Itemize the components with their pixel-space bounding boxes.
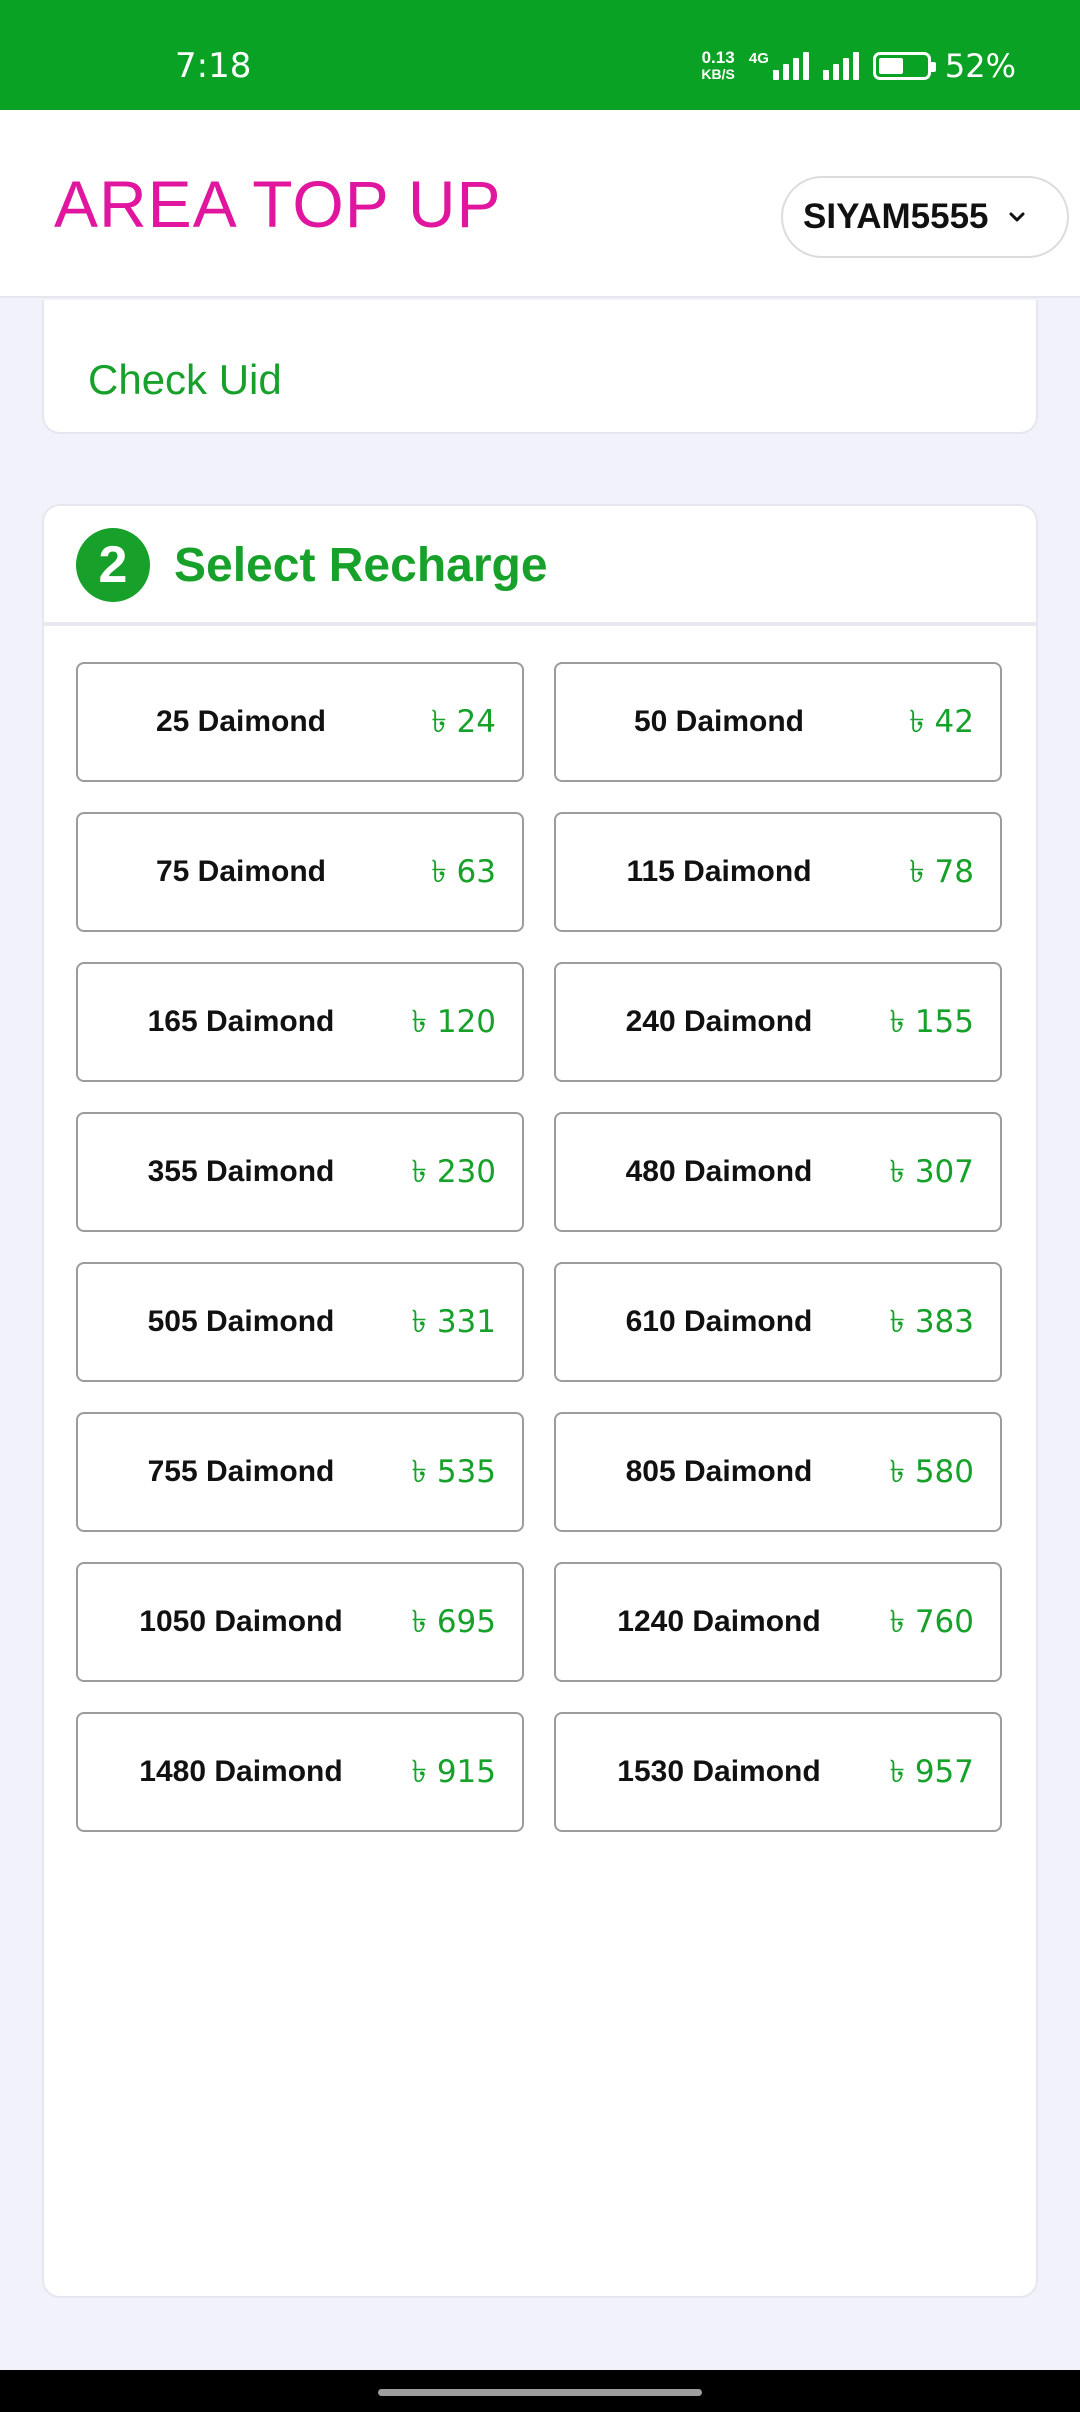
package-price: ৳ 24 <box>431 704 496 740</box>
network-speed-value: 0.13 <box>701 48 735 67</box>
select-recharge-card: 2 Select Recharge 25 Daimond ৳ 24 50 Daimo… <box>42 504 1038 2298</box>
navigation-bar <box>0 2370 1080 2412</box>
step-number-badge: 2 <box>76 528 150 602</box>
package-price: ৳ 42 <box>909 704 974 740</box>
package-name: 115 Daimond <box>626 855 812 888</box>
package-name: 25 Daimond <box>155 705 327 738</box>
package-price: ৳ 331 <box>411 1304 496 1340</box>
package-price: ৳ 78 <box>909 854 974 890</box>
status-indicators: 0.13 KB/S 4G 52% <box>701 46 1016 86</box>
package-price: ৳ 580 <box>889 1454 974 1490</box>
package-price: ৳ 760 <box>889 1604 974 1640</box>
package-name: 75 Daimond <box>155 855 327 888</box>
status-time: 7:18 <box>175 46 252 86</box>
package-option[interactable]: 610 Daimond ৳ 383 <box>554 1262 1002 1382</box>
package-name: 505 Daimond <box>147 1305 335 1338</box>
package-price: ৳ 695 <box>411 1604 496 1640</box>
package-option[interactable]: 1530 Daimond ৳ 957 <box>554 1712 1002 1832</box>
package-price: ৳ 155 <box>889 1004 974 1040</box>
package-name: 50 Daimond <box>633 705 805 738</box>
package-price: ৳ 120 <box>411 1004 496 1040</box>
battery-level <box>878 58 903 74</box>
package-price: ৳ 230 <box>411 1154 496 1190</box>
package-option[interactable]: 165 Daimond ৳ 120 <box>76 962 524 1082</box>
package-name: 480 Daimond <box>625 1155 813 1188</box>
network-speed: 0.13 KB/S <box>701 48 735 82</box>
package-option[interactable]: 755 Daimond ৳ 535 <box>76 1412 524 1532</box>
player-id-card: Check Uid <box>42 300 1038 434</box>
package-price: ৳ 957 <box>889 1754 974 1790</box>
package-option[interactable]: 480 Daimond ৳ 307 <box>554 1112 1002 1232</box>
brand-title[interactable]: AREA TOP UP <box>54 166 502 242</box>
package-name: 240 Daimond <box>625 1005 813 1038</box>
check-uid-button[interactable]: Check Uid <box>88 356 282 404</box>
battery-icon <box>872 52 936 80</box>
package-price: ৳ 915 <box>411 1754 496 1790</box>
signal-2-icon <box>822 52 859 80</box>
package-name: 1050 Daimond <box>139 1605 343 1638</box>
network-speed-unit: KB/S <box>701 66 735 82</box>
package-name: 355 Daimond <box>147 1155 335 1188</box>
package-name: 755 Daimond <box>147 1455 335 1488</box>
package-option[interactable]: 505 Daimond ৳ 331 <box>76 1262 524 1382</box>
package-price: ৳ 63 <box>431 854 496 890</box>
package-name: 610 Daimond <box>625 1305 813 1338</box>
package-name: 165 Daimond <box>147 1005 335 1038</box>
package-option[interactable]: 240 Daimond ৳ 155 <box>554 962 1002 1082</box>
package-grid: 25 Daimond ৳ 24 50 Daimond ৳ 42 75 Daimond ৳ … <box>76 662 1002 1832</box>
user-dropdown[interactable]: SIYAM5555 <box>781 176 1069 258</box>
package-option[interactable]: 1050 Daimond ৳ 695 <box>76 1562 524 1682</box>
user-name: SIYAM5555 <box>803 197 989 236</box>
package-name: 1530 Daimond <box>617 1755 821 1788</box>
package-name: 1480 Daimond <box>139 1755 343 1788</box>
section-title: Select Recharge <box>174 539 548 592</box>
status-bar: 7:18 0.13 KB/S 4G 52% <box>0 0 1080 110</box>
package-option[interactable]: 805 Daimond ৳ 580 <box>554 1412 1002 1532</box>
package-option[interactable]: 50 Daimond ৳ 42 <box>554 662 1002 782</box>
chevron-down-icon <box>1009 212 1024 222</box>
package-name: 805 Daimond <box>625 1455 813 1488</box>
app-header: AREA TOP UP SIYAM5555 <box>0 110 1080 298</box>
package-option[interactable]: 25 Daimond ৳ 24 <box>76 662 524 782</box>
package-price: ৳ 383 <box>889 1304 974 1340</box>
package-option[interactable]: 1480 Daimond ৳ 915 <box>76 1712 524 1832</box>
package-price: ৳ 535 <box>411 1454 496 1490</box>
package-option[interactable]: 355 Daimond ৳ 230 <box>76 1112 524 1232</box>
package-option[interactable]: 75 Daimond ৳ 63 <box>76 812 524 932</box>
battery-text: 52% <box>944 47 1016 85</box>
package-option[interactable]: 1240 Daimond ৳ 760 <box>554 1562 1002 1682</box>
home-indicator[interactable] <box>378 2389 702 2396</box>
network-type: 4G <box>748 49 769 67</box>
package-option[interactable]: 115 Daimond ৳ 78 <box>554 812 1002 932</box>
card-header: 2 Select Recharge <box>44 506 1036 626</box>
package-price: ৳ 307 <box>889 1154 974 1190</box>
package-name: 1240 Daimond <box>617 1605 821 1638</box>
signal-icon <box>772 52 809 80</box>
